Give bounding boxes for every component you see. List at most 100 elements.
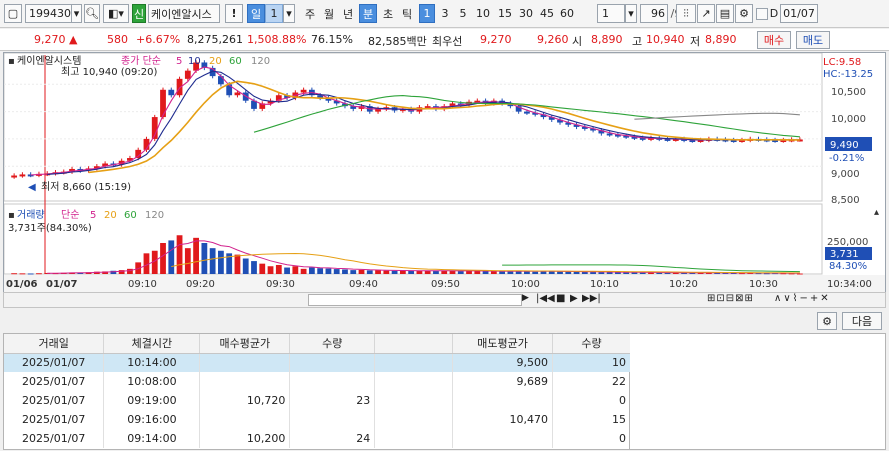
table-row[interactable]: 2025/01/07 10:14:00 9,500 10 — [4, 353, 631, 372]
date-input[interactable]: 01/07 — [780, 4, 818, 23]
chart-toolbar: ▢ 199430 ▾ 🔍︎ ◧▾ 신 케이엔알시스 ! 일 1 ▾ 주 월 년 … — [0, 0, 889, 28]
period-day-button[interactable]: 일 — [247, 4, 265, 23]
search-icon[interactable]: 🔍︎ — [84, 4, 100, 23]
stock-name: 케이엔알시스 — [151, 7, 212, 21]
interval-dropdown-icon[interactable]: ▾ — [625, 4, 637, 23]
best-ask: 9,270 — [480, 33, 512, 46]
window-icon[interactable]: ▢ — [4, 4, 22, 23]
candle-body — [234, 92, 241, 96]
draw-tools-icon[interactable]: ⊞⊡⊟⊠⊞ — [707, 293, 754, 304]
ma-20-label: 20 — [209, 56, 222, 67]
vma-5-label: 5 — [90, 210, 96, 221]
ma-5-label: 5 — [176, 56, 182, 67]
minute-60-button[interactable]: 60 — [557, 4, 577, 23]
sell-button[interactable]: 매도 — [796, 31, 830, 49]
table-cell — [374, 353, 454, 372]
period-dropdown-icon[interactable]: ▾ — [283, 4, 295, 23]
zoom-icons[interactable]: ∧∨⌇−+✕ — [774, 293, 831, 304]
table-cell: 10,720 — [199, 391, 291, 410]
volume-bar — [292, 266, 299, 274]
col-blank — [374, 334, 454, 354]
table-row[interactable]: 2025/01/07 09:14:00 10,200 24 0 — [4, 429, 631, 448]
period-tick-button[interactable]: 틱 — [398, 4, 416, 23]
minute-30-button[interactable]: 30 — [516, 4, 536, 23]
stock-code-input[interactable]: 199430 — [25, 4, 72, 23]
volume-bar — [399, 270, 406, 274]
buy-button[interactable]: 매수 — [757, 31, 791, 49]
volume-bar — [441, 270, 448, 274]
stop-icon[interactable]: ■ — [556, 293, 565, 304]
volume-panel-icon[interactable]: ▪ — [8, 210, 15, 221]
code-dropdown-icon[interactable]: ▾ — [72, 4, 82, 23]
table-cell: 10,470 — [452, 410, 554, 429]
col-buy-avg: 매수평균가 — [199, 334, 291, 354]
chart-scrollbar[interactable]: ▶ |◀◀ ■ ▶ ▶▶| ⊞⊡⊟⊠⊞ ∧∨⌇−+✕ — [3, 292, 886, 308]
panel-resize-icon[interactable]: ▴ — [874, 207, 879, 218]
stock-name-field[interactable]: 케이엔알시스 — [148, 4, 220, 23]
candle-type-icon[interactable]: ⫶⫶ — [676, 4, 696, 23]
table-cell — [452, 429, 554, 448]
minute-5-button[interactable]: 5 — [455, 4, 471, 23]
volume-bar — [251, 261, 257, 274]
period-minute-button[interactable]: 분 — [359, 4, 377, 23]
volume-bar — [19, 273, 26, 275]
time-label: 01/06 — [6, 279, 38, 290]
volume-bar — [242, 258, 249, 274]
minute-10-button[interactable]: 10 — [473, 4, 493, 23]
high-price: 10,940 — [646, 33, 685, 46]
alert-button[interactable]: ! — [225, 4, 243, 23]
col-sell-avg: 매도평균가 — [452, 334, 554, 354]
chart-svg[interactable]: ▪ 케이엔알시스템 종가 단순 5 10 20 60 120 최고 10,940… — [3, 52, 885, 292]
volume-bar — [342, 269, 348, 274]
period-week-button[interactable]: 주 — [301, 4, 319, 23]
candle-body — [19, 174, 26, 177]
play-icon[interactable]: ▶ — [570, 293, 578, 304]
volume-bar — [184, 248, 191, 274]
period-month-button[interactable]: 월 — [320, 4, 338, 23]
price-tick-9000: 9,000 — [831, 169, 860, 180]
table-cell — [199, 353, 291, 372]
period-second-button[interactable]: 초 — [379, 4, 397, 23]
last-icon[interactable]: ▶▶| — [582, 293, 601, 304]
date-checkbox[interactable] — [756, 8, 768, 20]
minute-1-button[interactable]: 1 — [419, 4, 435, 23]
volume-ma-label: 단순 — [61, 209, 79, 221]
col-buy-qty: 수량 — [289, 334, 376, 354]
panel-close-icon[interactable]: ▪ — [8, 56, 15, 67]
period-year-button[interactable]: 년 — [339, 4, 357, 23]
indicator-icon[interactable]: ↗ — [697, 4, 715, 23]
prev-next-icon[interactable]: ◧▾ — [103, 4, 129, 23]
table-row[interactable]: 2025/01/07 09:16:00 10,470 15 — [4, 410, 631, 429]
minute-15-button[interactable]: 15 — [495, 4, 515, 23]
first-icon[interactable]: |◀◀ — [536, 293, 555, 304]
time-label: 10:00 — [511, 279, 540, 290]
minute-3-button[interactable]: 3 — [437, 4, 453, 23]
gear-icon[interactable]: ⚙ — [817, 312, 837, 330]
price-change: 580 — [107, 33, 128, 46]
table-row[interactable]: 2025/01/07 10:08:00 9,689 22 — [4, 372, 631, 391]
volume-bar — [366, 270, 373, 274]
minute-45-button[interactable]: 45 — [537, 4, 557, 23]
table-row[interactable]: 2025/01/07 09:19:00 10,720 23 0 — [4, 391, 631, 410]
interval-input[interactable]: 1 — [597, 4, 625, 23]
volume-bar — [383, 270, 390, 274]
volume-bar — [209, 248, 216, 274]
print-icon[interactable]: ▤ — [716, 4, 734, 23]
volume-bar — [176, 235, 183, 274]
scroll-thumb[interactable] — [308, 294, 522, 306]
table-header: 거래일 체결시간 매수평균가 수량 매도평균가 수량 — [4, 334, 631, 354]
period-num-input[interactable]: 1 — [265, 4, 283, 23]
settings-icon[interactable]: ⚙ — [735, 4, 753, 23]
table-cell — [199, 410, 291, 429]
volume-bar — [333, 269, 340, 274]
next-button[interactable]: 다음 — [842, 312, 882, 330]
scroll-right-icon[interactable]: ▶ — [522, 293, 534, 307]
volume-bar — [234, 254, 241, 274]
low-annotation: 최저 8,660 (15:19) — [41, 181, 131, 193]
chart-area[interactable]: ▪ 케이엔알시스템 종가 단순 5 10 20 60 120 최고 10,940… — [3, 52, 886, 293]
volume-bar — [325, 268, 332, 274]
volume-bar — [474, 271, 481, 274]
col-trade-date: 거래일 — [4, 334, 105, 354]
volume-bar — [391, 270, 398, 274]
count-input[interactable]: 96 — [640, 4, 668, 23]
